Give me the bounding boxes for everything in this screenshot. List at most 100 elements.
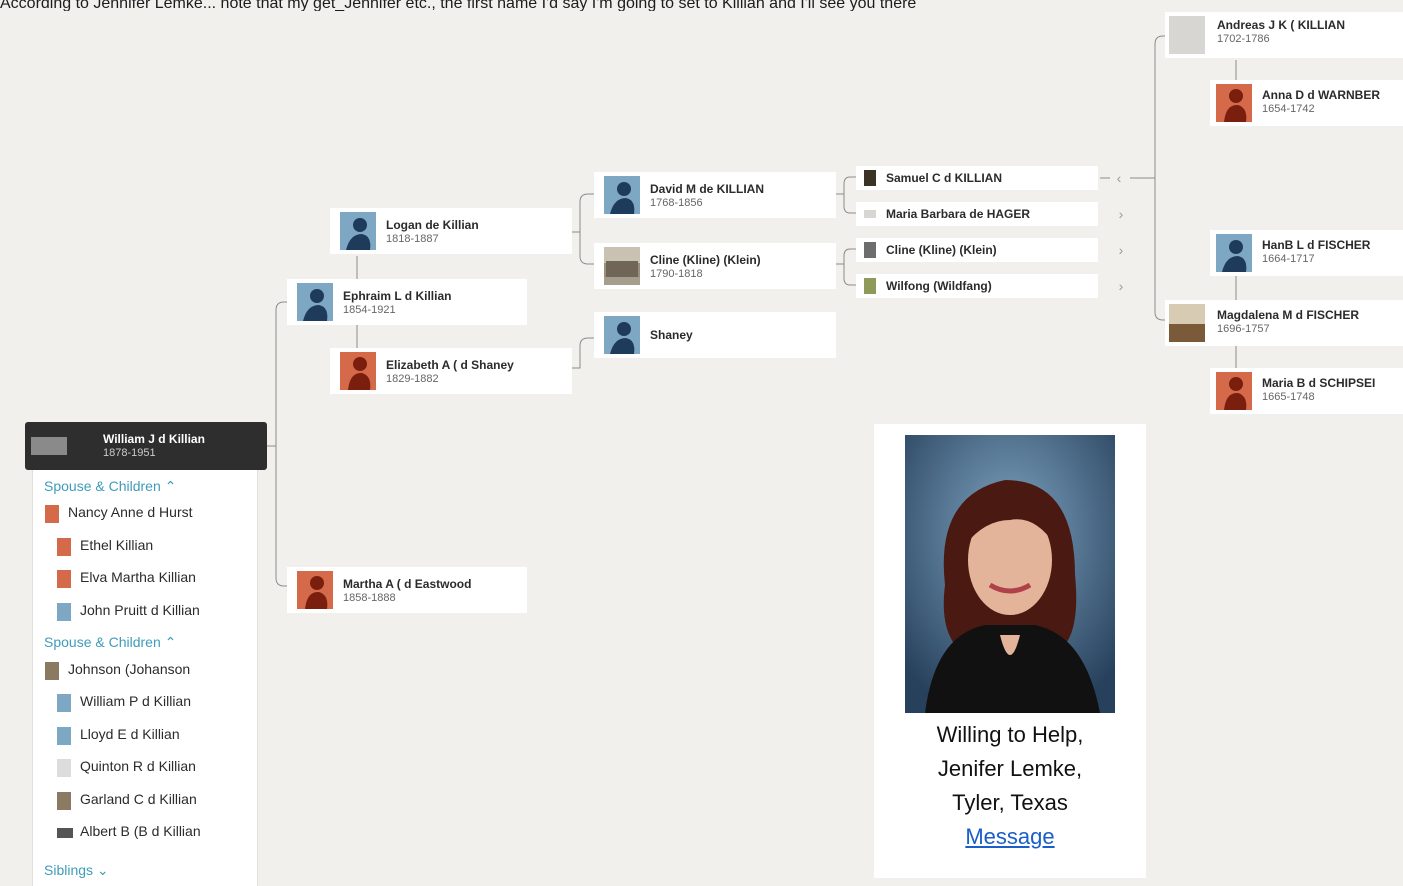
child-name: Lloyd E d Killian — [80, 726, 180, 742]
chevron-right-icon[interactable]: › — [1110, 203, 1132, 225]
chevron-up-icon: ⌃ — [160, 478, 177, 494]
chevron-down-icon: ⌄ — [93, 862, 109, 878]
person-name: HanB L d FISCHER — [1262, 238, 1371, 252]
male-silhouette-icon — [57, 603, 71, 621]
building-photo-icon — [604, 247, 640, 285]
person-name: Ephraim L d Killian — [343, 289, 452, 303]
person-card-magdalena[interactable]: Magdalena M d FISCHER 1696-1757 — [1165, 300, 1403, 346]
chevron-left-icon[interactable]: ‹ — [1108, 167, 1130, 189]
portrait-photo-icon — [57, 792, 71, 810]
person-dates: 1829-1882 — [386, 373, 439, 385]
female-silhouette-icon — [1216, 372, 1252, 410]
person-name: Logan de Killian — [386, 218, 479, 232]
person-card-logan[interactable]: Logan de Killian 1818-1887 — [330, 208, 572, 254]
female-silhouette-icon — [1216, 84, 1252, 122]
family-panel: Spouse & Children ⌃ Nancy Anne d Hurst E… — [32, 470, 258, 886]
person-card-cline[interactable]: Cline (Kline) (Klein) 1790-1818 — [594, 243, 836, 289]
portrait-photo-icon — [45, 662, 59, 680]
portrait-photo-icon — [864, 170, 876, 186]
blank-avatar-icon — [57, 759, 71, 777]
root-person-dates: 1878-1951 — [103, 447, 156, 459]
spouse-children-toggle-1[interactable]: Spouse & Children ⌃ — [44, 478, 176, 495]
person-card-cline-2[interactable]: Cline (Kline) (Klein) — [856, 238, 1098, 262]
chevron-up-icon: ⌃ — [160, 634, 177, 650]
spouse-children-toggle-2[interactable]: Spouse & Children ⌃ — [44, 634, 176, 651]
child-name: Ethel Killian — [80, 537, 154, 553]
person-name: Magdalena M d FISCHER — [1217, 308, 1360, 322]
person-name: Shaney — [650, 328, 693, 342]
female-silhouette-icon — [340, 352, 376, 390]
person-name: Cline (Kline) (Klein) — [650, 253, 761, 267]
child-name: William P d Killian — [80, 693, 191, 709]
person-name: Cline (Kline) (Klein) — [886, 243, 997, 257]
toggle-label: Spouse & Children — [44, 478, 161, 494]
female-silhouette-icon — [57, 570, 71, 588]
person-dates: 1665-1748 — [1262, 391, 1315, 403]
male-silhouette-icon — [604, 176, 640, 214]
child-name: Elva Martha Killian — [80, 569, 196, 585]
person-dates: 1858-1888 — [343, 592, 396, 604]
person-dates: 1702-1786 — [1217, 33, 1270, 45]
person-card-maria-barbara[interactable]: Maria Barbara de HAGER — [856, 202, 1098, 226]
blank-avatar-icon — [864, 210, 876, 218]
person-card-maria-b[interactable]: Maria B d SCHIPSEI 1665-1748 — [1210, 368, 1403, 414]
child-name: Quinton R d Killian — [80, 758, 196, 774]
helper-line-1: Willing to Help, — [936, 722, 1084, 747]
person-dates: 1790-1818 — [650, 268, 703, 280]
person-name: David M de KILLIAN — [650, 182, 765, 196]
spouse-name: Nancy Anne d Hurst — [68, 504, 193, 520]
person-name: Elizabeth A ( d Shaney — [386, 358, 514, 372]
person-dates: 1818-1887 — [386, 233, 439, 245]
siblings-toggle[interactable]: Siblings ⌄ — [44, 862, 109, 879]
helper-line-3: Tyler, Texas — [952, 790, 1068, 815]
person-card-david[interactable]: David M de KILLIAN 1768-1856 — [594, 172, 836, 218]
person-card-wilfong[interactable]: Wilfong (Wildfang) — [856, 274, 1098, 298]
person-name: Martha A ( d Eastwood — [343, 577, 472, 591]
person-card-samuel[interactable]: Samuel C d KILLIAN — [856, 166, 1098, 190]
person-name: Wilfong (Wildfang) — [886, 279, 992, 293]
toggle-label: Spouse & Children — [44, 634, 161, 650]
person-name: Samuel C d KILLIAN — [886, 171, 1003, 185]
person-card-ephraim[interactable]: Ephraim L d Killian 1854-1921 — [287, 279, 527, 325]
male-silhouette-icon — [297, 283, 333, 321]
person-name: Andreas J K ( KILLIAN — [1217, 18, 1346, 32]
person-name: Maria Barbara de HAGER — [886, 207, 1031, 221]
person-name: Maria B d SCHIPSEI — [1262, 376, 1376, 390]
male-silhouette-icon — [57, 694, 71, 712]
chevron-right-icon[interactable]: › — [1110, 239, 1132, 261]
male-silhouette-icon — [1216, 234, 1252, 272]
person-dates: 1768-1856 — [650, 197, 703, 209]
person-card-elizabeth[interactable]: Elizabeth A ( d Shaney 1829-1882 — [330, 348, 572, 394]
person-card-martha[interactable]: Martha A ( d Eastwood 1858-1888 — [287, 567, 527, 613]
helper-caption: Willing to Help, Jenifer Lemke, Tyler, T… — [874, 718, 1146, 854]
person-dates: 1654-1742 — [1262, 103, 1315, 115]
person-name: Anna D d WARNBER — [1262, 88, 1380, 102]
male-silhouette-icon — [57, 727, 71, 745]
painting-photo-icon — [1169, 304, 1205, 342]
person-card-hanb[interactable]: HanB L d FISCHER 1664-1717 — [1210, 230, 1403, 276]
toggle-label: Siblings — [44, 862, 94, 878]
person-dates: 1696-1757 — [1217, 323, 1270, 335]
male-silhouette-icon — [604, 316, 640, 354]
place-photo-icon — [864, 278, 876, 294]
blank-avatar-icon — [1169, 16, 1205, 54]
helper-line-2: Jenifer Lemke, — [937, 756, 1083, 781]
child-name: John Pruitt d Killian — [80, 602, 200, 618]
person-dates: 1854-1921 — [343, 304, 396, 316]
document-photo-icon — [864, 242, 876, 258]
person-card-anna[interactable]: Anna D d WARNBER 1654-1742 — [1210, 80, 1403, 126]
helper-card: Willing to Help, Jenifer Lemke, Tyler, T… — [874, 424, 1146, 878]
female-silhouette-icon — [45, 505, 59, 523]
chevron-right-icon[interactable]: › — [1110, 275, 1132, 297]
person-card-andreas[interactable]: Andreas J K ( KILLIAN 1702-1786 — [1165, 12, 1403, 58]
record-thumbnail-icon — [57, 828, 73, 838]
female-silhouette-icon — [297, 571, 333, 609]
root-person-name: William J d Killian — [103, 432, 205, 446]
person-card-shaney[interactable]: Shaney — [594, 312, 836, 358]
record-thumbnail-icon — [31, 437, 67, 455]
child-name: Albert B (B d Killian — [80, 823, 201, 839]
root-person-card[interactable]: William J d Killian 1878-1951 — [25, 422, 267, 470]
female-silhouette-icon — [57, 538, 71, 556]
message-link[interactable]: Message — [965, 824, 1054, 849]
spouse-name: Johnson (Johanson — [68, 661, 191, 677]
